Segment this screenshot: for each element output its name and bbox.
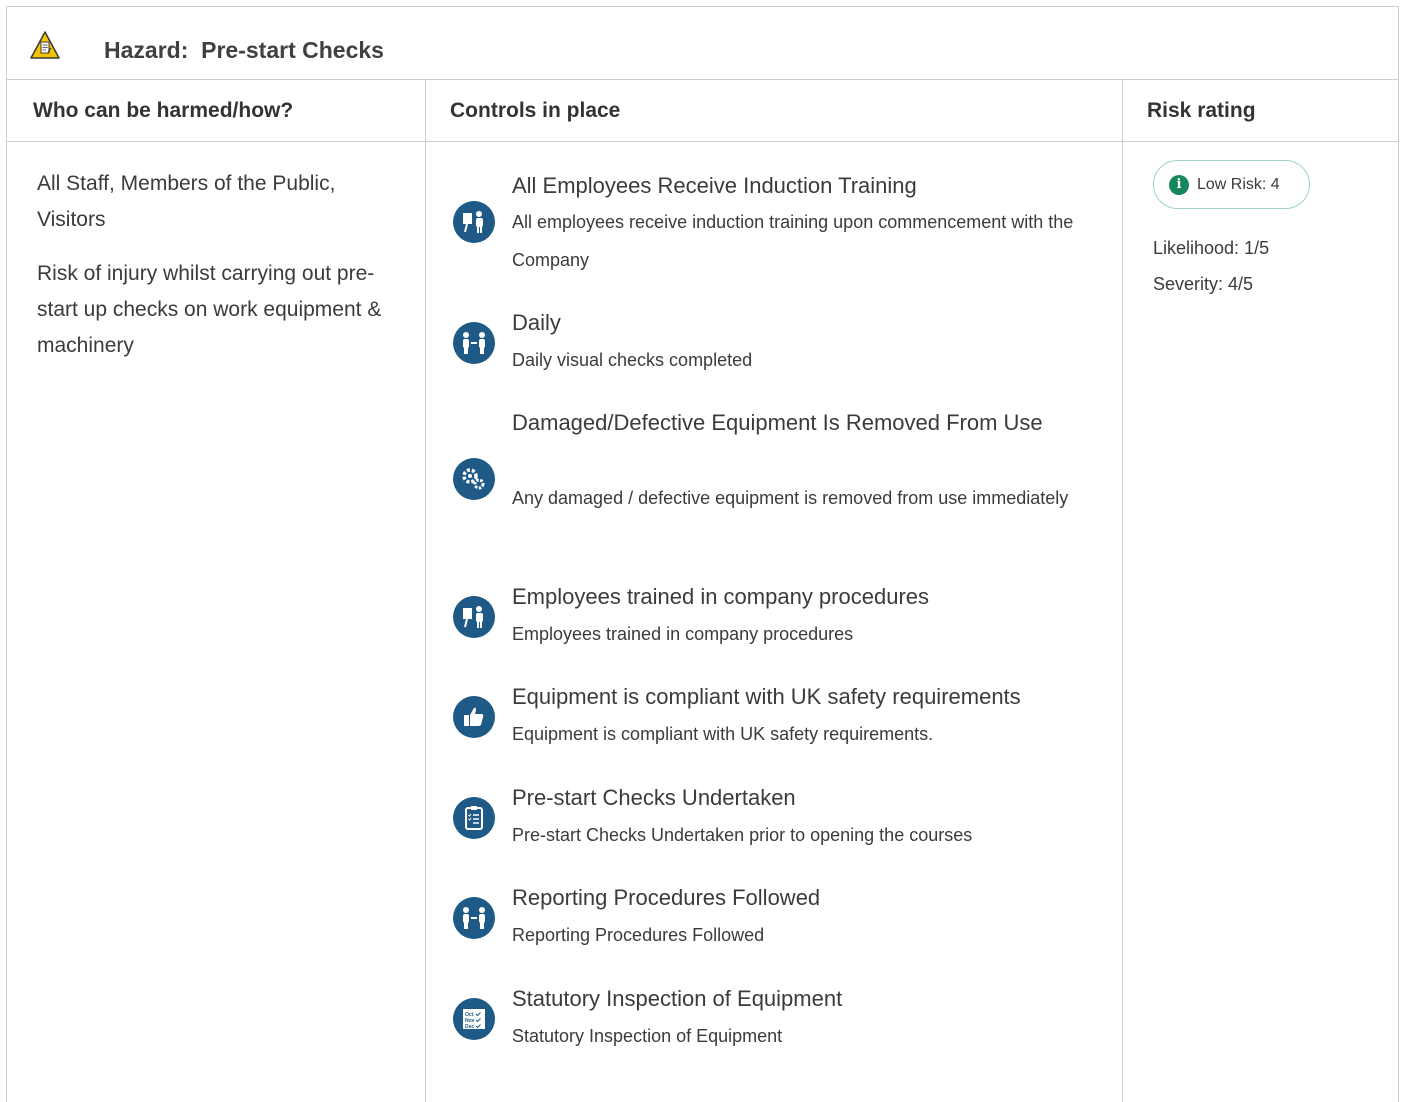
control-title: Damaged/Defective Equipment Is Removed F… bbox=[512, 410, 1043, 435]
column-header-controls: Controls in place bbox=[450, 99, 621, 122]
control-description: Equipment is compliant with UK safety re… bbox=[512, 724, 934, 744]
svg-text:Dec: Dec bbox=[465, 1024, 474, 1030]
harm-section: All Staff, Members of the Public, Visito… bbox=[37, 166, 397, 382]
hazard-name: Pre-start Checks bbox=[201, 37, 384, 63]
risk-likelihood: Likelihood: 1/5 bbox=[1153, 238, 1270, 258]
control-title: Pre-start Checks Undertaken bbox=[512, 785, 796, 810]
control-description: Statutory Inspection of Equipment bbox=[512, 1026, 783, 1046]
hazard-header: Hazard: Pre-start Checks bbox=[7, 7, 1398, 80]
control-title: All Employees Receive Induction Training bbox=[512, 173, 917, 198]
column-header-who: Who can be harmed/how? bbox=[33, 99, 294, 122]
hazard-title: Hazard: Pre-start Checks bbox=[104, 37, 384, 64]
hazard-label: Hazard: bbox=[104, 37, 189, 63]
control-title: Employees trained in company procedures bbox=[512, 584, 930, 609]
control-title: Reporting Procedures Followed bbox=[512, 885, 821, 910]
training-presentation-icon bbox=[453, 596, 495, 638]
people-exchange-icon bbox=[453, 897, 495, 939]
risk-badge-label: Low Risk: 4 bbox=[1197, 175, 1280, 193]
column-divider bbox=[425, 80, 426, 1102]
column-header-risk: Risk rating bbox=[1147, 99, 1256, 122]
column-headers: Who can be harmed/how? Controls in place… bbox=[7, 80, 1398, 142]
info-icon: i bbox=[1169, 174, 1189, 195]
risk-badge[interactable]: i Low Risk: 4 bbox=[1153, 160, 1310, 209]
control-description: All employees receive induction training… bbox=[512, 212, 1074, 270]
hazard-warning-icon bbox=[30, 31, 60, 59]
thumbs-up-icon bbox=[453, 696, 495, 738]
cogs-icon bbox=[453, 458, 495, 500]
risk-severity: Severity: 4/5 bbox=[1153, 274, 1254, 294]
control-title: Equipment is compliant with UK safety re… bbox=[512, 684, 1021, 709]
checklist-clipboard-icon bbox=[453, 797, 495, 839]
calendar-checklist-icon: Oct Nov Dec bbox=[453, 998, 495, 1040]
control-description: Reporting Procedures Followed bbox=[512, 925, 765, 945]
control-description: Daily visual checks completed bbox=[512, 350, 753, 370]
column-divider bbox=[1122, 80, 1123, 1102]
people-exchange-icon bbox=[453, 322, 495, 364]
harm-how: Risk of injury whilst carrying out pre-s… bbox=[37, 262, 382, 357]
control-title: Statutory Inspection of Equipment bbox=[512, 986, 843, 1011]
control-description: Pre-start Checks Undertaken prior to ope… bbox=[512, 825, 973, 845]
control-description: Employees trained in company procedures bbox=[512, 624, 854, 644]
harm-who: All Staff, Members of the Public, Visito… bbox=[37, 172, 336, 231]
control-description: Any damaged / defective equipment is rem… bbox=[512, 488, 1069, 508]
control-title: Daily bbox=[512, 310, 561, 335]
training-presentation-icon bbox=[453, 201, 495, 243]
